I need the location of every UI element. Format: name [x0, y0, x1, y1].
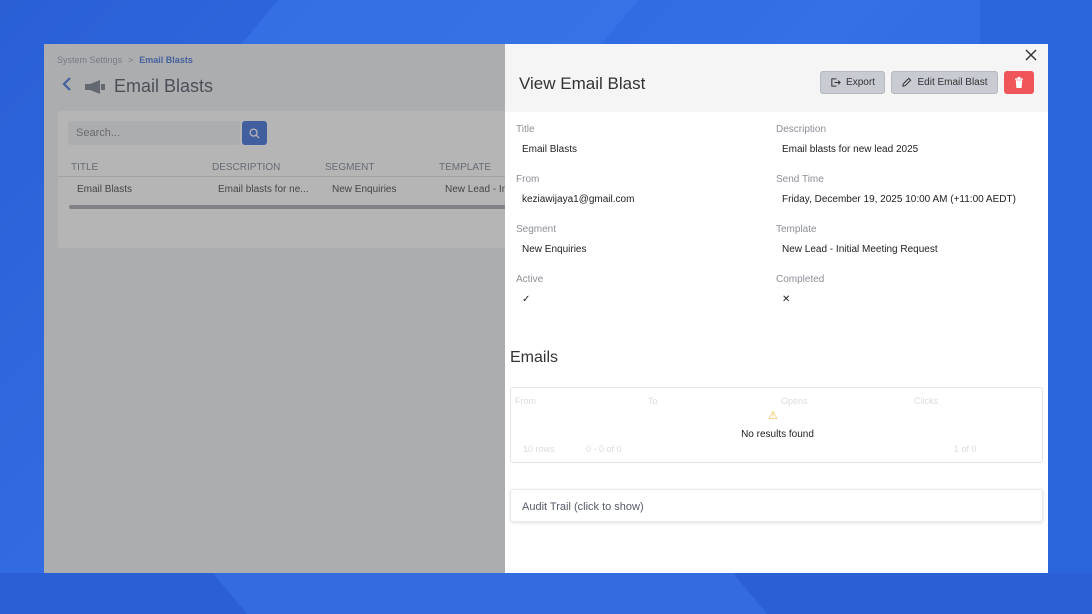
field-value: Email blasts for new lead 2025 [782, 144, 919, 155]
export-icon [831, 78, 841, 87]
rows-per-page-select: 10 rows [523, 444, 555, 454]
export-label: Export [846, 77, 875, 88]
modal-overlay[interactable] [44, 44, 505, 573]
field-segment: Segment New Enquiries [516, 224, 586, 255]
column-header-to: To [648, 396, 658, 406]
page-indicator: 1 of 0 [954, 444, 977, 454]
column-header-opens: Opens [781, 396, 808, 406]
field-completed: Completed ✕ [776, 274, 824, 305]
drawer-header: View Email Blast Export Edit Email Blast [505, 44, 1048, 112]
export-button[interactable]: Export [820, 71, 885, 94]
emails-section-title: Emails [510, 349, 559, 366]
frame-decoration [241, 0, 639, 44]
field-value: keziawijaya1@gmail.com [522, 194, 635, 205]
audit-trail-label: Audit Trail (click to show) [522, 501, 644, 513]
x-icon: ✕ [782, 294, 791, 305]
column-header-from: From [515, 396, 536, 406]
view-email-blast-drawer: View Email Blast Export Edit Email Blast… [505, 44, 1048, 573]
field-label: Completed [776, 274, 825, 285]
field-value: Email Blasts [522, 144, 578, 155]
app-screen: System Settings > Email Blasts Email Bla… [44, 44, 1048, 573]
drawer-title: View Email Blast [519, 74, 646, 93]
edit-label: Edit Email Blast [917, 77, 988, 88]
field-value: New Lead - Initial Meeting Request [782, 244, 938, 255]
field-label: Description [776, 124, 827, 135]
emails-table: From To Opens Clicks ⚠ No results found … [510, 387, 1043, 463]
no-results-text: No results found [741, 429, 814, 440]
delete-button[interactable] [1004, 71, 1034, 94]
field-label: Template [776, 224, 817, 235]
field-value: Friday, December 19, 2025 10:00 AM (+11:… [782, 194, 1016, 205]
pencil-icon [902, 77, 912, 87]
range-text: 0 - 0 of 0 [586, 444, 622, 454]
field-label: Active [516, 274, 544, 285]
frame-decoration [212, 573, 768, 614]
field-label: Send Time [776, 174, 824, 185]
field-label: Segment [516, 224, 557, 235]
field-description: Description Email blasts for new lead 20… [776, 124, 918, 155]
column-header-clicks: Clicks [914, 396, 938, 406]
check-icon: ✓ [522, 294, 531, 305]
warning-icon: ⚠ [768, 410, 778, 422]
trash-icon [1015, 77, 1023, 88]
edit-email-blast-button[interactable]: Edit Email Blast [891, 71, 998, 94]
field-title: Title Email Blasts [516, 124, 577, 155]
close-icon[interactable] [1024, 48, 1038, 62]
field-from: From keziawijaya1@gmail.com [516, 174, 634, 205]
field-label: From [516, 174, 540, 185]
field-active: Active ✓ [516, 274, 543, 305]
field-send-time: Send Time Friday, December 19, 2025 10:0… [776, 174, 1016, 205]
field-template: Template New Lead - Initial Meeting Requ… [776, 224, 938, 255]
field-value: New Enquiries [522, 244, 587, 255]
audit-trail-toggle[interactable]: Audit Trail (click to show) [510, 489, 1043, 522]
field-label: Title [516, 124, 535, 135]
